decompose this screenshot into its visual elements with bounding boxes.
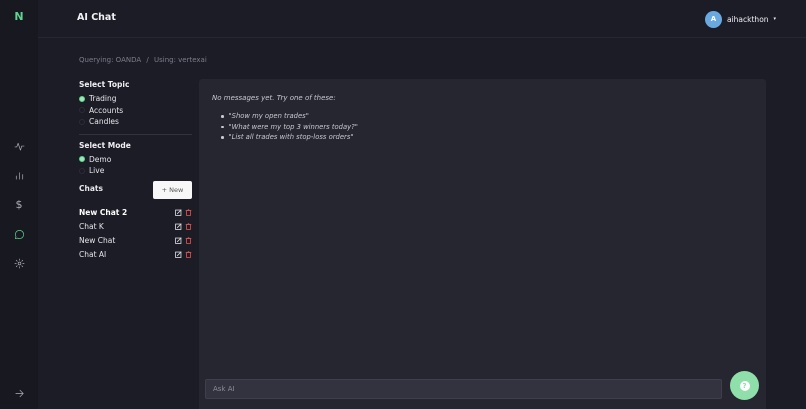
help-icon: ? [739, 380, 750, 391]
arrow-right-icon [14, 389, 24, 397]
topic-option-label: Accounts [89, 105, 124, 115]
suggestion-item[interactable]: "Show my open trades" [221, 111, 358, 122]
mode-title: Select Mode [79, 140, 131, 150]
breadcrumb-using: Using: vertexai [153, 56, 207, 64]
chats-title: Chats [79, 184, 103, 193]
conversation-panel: No messages yet. Try one of these: "Show… [199, 79, 766, 409]
trash-icon[interactable] [185, 236, 192, 244]
bar-chart-icon [15, 171, 23, 180]
trash-icon[interactable] [185, 222, 192, 230]
chevron-down-icon: ▾ [773, 16, 777, 22]
mode-option-label: Demo [89, 154, 112, 164]
suggestion-item[interactable]: "List all trades with stop-loss orders" [221, 132, 358, 143]
edit-icon[interactable] [175, 222, 182, 230]
help-button[interactable]: ? [730, 371, 759, 400]
chat-icon [14, 229, 24, 239]
chats-header: Chats + New [79, 181, 192, 199]
nav-settings[interactable] [10, 254, 28, 272]
radio-icon [79, 107, 85, 114]
trash-icon[interactable] [185, 208, 192, 216]
mode-option-demo[interactable]: Demo [79, 154, 193, 166]
topic-option-accounts[interactable]: Accounts [79, 105, 193, 117]
nav-funds[interactable]: $ [10, 195, 28, 213]
breadcrumb: Querying: OANDA / Using: vertexai [79, 56, 207, 64]
chat-name: New Chat [79, 235, 116, 245]
chat-item[interactable]: New Chat [79, 233, 193, 247]
user-menu[interactable]: A aihackthon ▾ [705, 10, 776, 28]
radio-selected-icon [79, 95, 85, 102]
chat-list: New Chat 2 Chat K New Chat Chat AI [79, 205, 193, 261]
chat-item[interactable]: Chat K [79, 219, 193, 233]
new-chat-button[interactable]: + New [153, 181, 192, 199]
topic-title: Select Topic [79, 80, 130, 89]
breadcrumb-query: Querying: OANDA [79, 56, 142, 64]
page-title: AI Chat [77, 12, 116, 23]
topic-option-trading[interactable]: Trading [79, 93, 193, 105]
radio-selected-icon [79, 156, 85, 163]
ask-ai-input[interactable] [205, 379, 722, 399]
chat-name: Chat K [79, 221, 104, 231]
empty-state-note: No messages yet. Try one of these: [212, 94, 336, 102]
username: aihackthon [727, 14, 769, 24]
trash-icon[interactable] [185, 250, 192, 258]
breadcrumb-separator: / [146, 56, 149, 64]
suggestion-list: "Show my open trades" "What were my top … [221, 111, 358, 143]
nav-chat[interactable] [10, 225, 28, 243]
edit-icon[interactable] [175, 236, 182, 244]
nav-activity[interactable] [10, 137, 28, 155]
activity-icon [14, 142, 24, 151]
avatar: A [705, 10, 722, 28]
edit-icon[interactable] [175, 250, 182, 258]
topic-option-label: Trading [89, 94, 117, 104]
app-logo[interactable]: N [13, 10, 25, 24]
edit-icon[interactable] [175, 208, 182, 216]
radio-icon [79, 167, 85, 174]
top-header: AI Chat A aihackthon ▾ [38, 0, 806, 38]
sidebar-rail: N $ [0, 0, 38, 409]
suggestion-item[interactable]: "What were my top 3 winners today?" [221, 122, 358, 133]
dollar-icon: $ [15, 197, 23, 211]
chat-item[interactable]: New Chat 2 [79, 205, 193, 219]
chat-item[interactable]: Chat AI [79, 247, 193, 261]
chat-name: Chat AI [79, 249, 107, 259]
mode-option-label: Live [89, 166, 105, 176]
divider [79, 133, 192, 135]
gear-icon [14, 258, 24, 268]
topic-option-candles[interactable]: Candles [79, 116, 193, 128]
topic-option-label: Candles [89, 117, 119, 127]
chat-name: New Chat 2 [79, 207, 128, 217]
nav-analytics[interactable] [10, 166, 28, 184]
mode-option-live[interactable]: Live [79, 165, 193, 177]
radio-icon [79, 118, 85, 125]
options-panel: Select Topic Trading Accounts Candles Se… [79, 80, 193, 177]
nav-expand[interactable] [10, 384, 28, 402]
